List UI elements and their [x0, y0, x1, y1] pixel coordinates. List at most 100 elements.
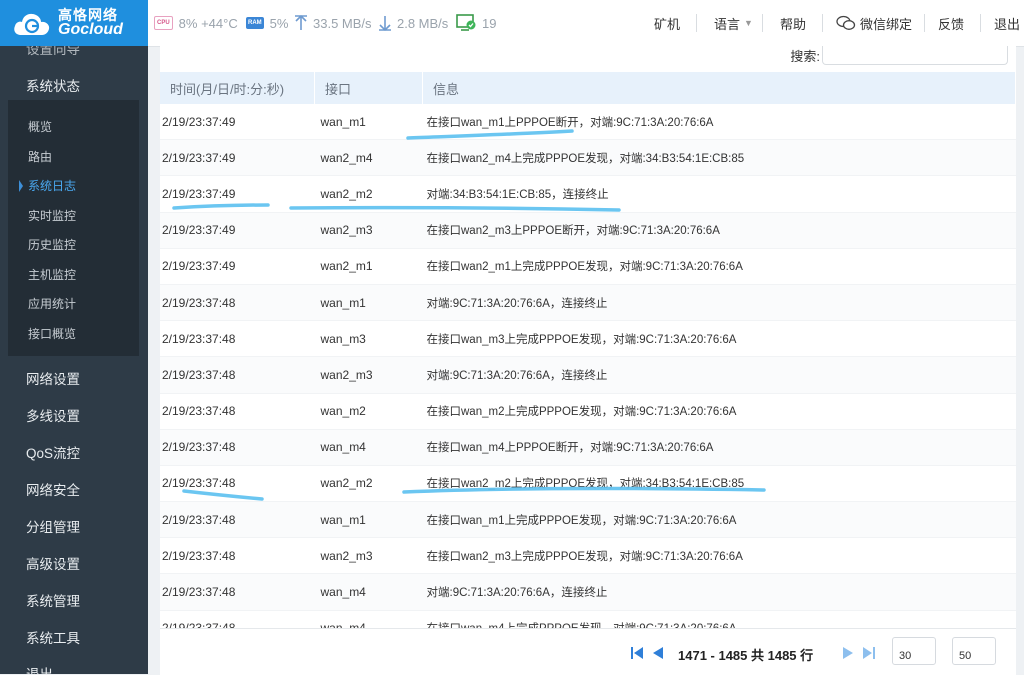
- column-header-info[interactable]: 信息: [422, 72, 1016, 104]
- download-value: 2.8 MB/s: [397, 15, 449, 31]
- cloud-logo-icon: [14, 13, 50, 35]
- monitor-check-icon: [456, 14, 476, 31]
- wechat-icon: [836, 15, 856, 30]
- active-marker-icon: [19, 180, 23, 192]
- cell-time: 2/19/23:37:48: [160, 465, 315, 503]
- table-header-row: 时间(月/日/时:分:秒) 接口 信息: [160, 72, 1016, 104]
- cell-interface: wan_m3: [314, 320, 423, 358]
- pagination-bar: 1471 - 1485 共 1485 行 30 50: [160, 628, 1016, 675]
- cell-info: 对端:9C:71:3A:20:76:6A，连接终止: [422, 573, 1016, 611]
- table-row: 2/19/23:37:49 wan2_m1 在接口wan2_m1上完成PPPOE发现…: [160, 248, 1016, 285]
- cell-info: 在接口wan_m1上完成PPPOE发现，对端:9C:71:3A:20:76:6A: [422, 501, 1016, 539]
- submenu-item-route[interactable]: 路由: [28, 148, 52, 165]
- chevron-down-icon: ▼: [744, 18, 753, 28]
- cell-time: 2/19/23:37:48: [160, 284, 315, 322]
- table-row: 2/19/23:37:48 wan_m4 在接口wan_m4上PPPOE断开，对端:…: [160, 429, 1016, 466]
- next-page-icon[interactable]: [842, 646, 854, 660]
- brand-name-cn: 高恪网络: [58, 7, 118, 23]
- cell-interface: wan2_m4: [314, 139, 423, 177]
- log-panel: 搜索: 时间(月/日/时:分:秒) 接口 信息 2/19/23:37:49 wan…: [160, 46, 1016, 675]
- submenu-item-interface-overview[interactable]: 接口概览: [28, 325, 76, 342]
- wechat-bind-link[interactable]: 微信绑定: [836, 0, 912, 46]
- column-header-interface[interactable]: 接口: [314, 72, 423, 104]
- sidebar-item-label: 系统状态: [26, 79, 80, 94]
- table-row: 2/19/23:37:48 wan2_m3 在接口wan2_m3上完成PPPOE发现…: [160, 537, 1016, 575]
- divider: [762, 14, 763, 32]
- submenu-item-system-log[interactable]: 系统日志: [19, 177, 76, 194]
- miner-link[interactable]: 矿机: [654, 0, 680, 46]
- download-arrow-icon: [379, 16, 391, 31]
- brand-name-en: Gocloud: [58, 21, 123, 38]
- cpu-chip-icon: CPU: [154, 16, 173, 30]
- first-page-icon[interactable]: [630, 646, 644, 660]
- sidebar-item-label: 系统管理: [26, 594, 80, 609]
- help-link[interactable]: 帮助: [780, 0, 806, 46]
- prev-page-icon[interactable]: [652, 646, 664, 660]
- cell-info: 在接口wan_m4上PPPOE断开，对端:9C:71:3A:20:76:6A: [422, 429, 1016, 466]
- cell-interface: wan_m1: [314, 284, 423, 322]
- cell-interface: wan2_m3: [314, 212, 423, 249]
- submenu-item-overview[interactable]: 概览: [28, 118, 52, 135]
- submenu-item-history-monitor[interactable]: 历史监控: [28, 236, 76, 253]
- language-label: 语言: [714, 16, 741, 32]
- cell-info: 在接口wan_m3上完成PPPOE发现，对端:9C:71:3A:20:76:6A: [422, 320, 1016, 358]
- cell-interface: wan_m2: [314, 393, 423, 430]
- page-size-50-button[interactable]: 50: [952, 637, 996, 665]
- cell-time: 2/19/23:37:48: [160, 573, 315, 611]
- cell-time: 2/19/23:37:48: [160, 501, 315, 539]
- device-count[interactable]: 19: [456, 0, 496, 46]
- cell-info: 在接口wan_m1上PPPOE断开，对端:9C:71:3A:20:76:6A: [422, 104, 1016, 141]
- cell-time: 2/19/23:37:49: [160, 175, 315, 213]
- cell-info: 在接口wan2_m2上完成PPPOE发现，对端:34:B3:54:1E:CB:8…: [422, 465, 1016, 503]
- sidebar-item-label: 退出: [26, 663, 53, 674]
- wechat-label: 微信绑定: [860, 16, 913, 32]
- table-row: 2/19/23:37:48 wan_m1 在接口wan_m1上完成PPPOE发现，对…: [160, 501, 1016, 539]
- cell-info: 在接口wan2_m4上完成PPPOE发现，对端:34:B3:54:1E:CB:8…: [422, 139, 1016, 177]
- submenu-item-host-monitor[interactable]: 主机监控: [28, 266, 76, 283]
- upload-speed: 33.5 MB/s: [294, 0, 372, 46]
- divider: [924, 14, 925, 32]
- upload-arrow-icon: [295, 15, 307, 30]
- sidebar-item-label: QoS流控: [26, 446, 81, 461]
- table-row: 2/19/23:37:49 wan2_m2 对端:34:B3:54:1E:CB:85…: [160, 175, 1016, 213]
- submenu-item-app-stats[interactable]: 应用统计: [28, 295, 76, 312]
- cell-interface: wan_m1: [314, 104, 423, 141]
- sidebar-submenu: 概览 路由 系统日志 实时监控 历史监控 主机监控 应用统计 接口概览: [8, 100, 139, 356]
- search-label: 搜索:: [790, 49, 820, 64]
- page-range-text: 1471 - 1485 共 1485 行: [678, 648, 814, 663]
- search-input[interactable]: [822, 46, 1008, 65]
- system-log-table: 时间(月/日/时:分:秒) 接口 信息 2/19/23:37:49 wan_m1 在…: [160, 72, 1016, 647]
- sidebar-item-label: 系统工具: [26, 631, 80, 646]
- cell-interface: wan2_m2: [314, 465, 423, 503]
- cell-interface: wan_m1: [314, 501, 423, 539]
- cell-info: 对端:9C:71:3A:20:76:6A，连接终止: [422, 284, 1016, 322]
- cell-interface: wan_m4: [314, 573, 423, 611]
- page-size-30-button[interactable]: 30: [892, 637, 936, 665]
- sidebar: 设置向导 高恪网络 Gocloud 系统状态 概览 路由 系统日志 实时监控 历…: [0, 0, 148, 674]
- table-row: 2/19/23:37:48 wan_m4 对端:9C:71:3A:20:76:6A，…: [160, 573, 1016, 611]
- cell-time: 2/19/23:37:49: [160, 212, 315, 249]
- table-row: 2/19/23:37:48 wan2_m3 对端:9C:71:3A:20:76:6A…: [160, 356, 1016, 394]
- divider: [980, 14, 981, 32]
- table-row: 2/19/23:37:49 wan_m1 在接口wan_m1上PPPOE断开，对端:…: [160, 104, 1016, 141]
- cell-info: 在接口wan2_m3上完成PPPOE发现，对端:9C:71:3A:20:76:6…: [422, 537, 1016, 575]
- last-page-icon[interactable]: [862, 646, 876, 660]
- table-row: 2/19/23:37:48 wan_m3 在接口wan_m3上完成PPPOE发现，对…: [160, 320, 1016, 358]
- cell-time: 2/19/23:37:49: [160, 139, 315, 177]
- cell-info: 对端:34:B3:54:1E:CB:85，连接终止: [422, 175, 1016, 213]
- language-menu[interactable]: 语言 ▼: [714, 0, 753, 46]
- cell-info: 对端:9C:71:3A:20:76:6A，连接终止: [422, 356, 1016, 394]
- logout-link[interactable]: 退出: [994, 0, 1020, 46]
- cell-time: 2/19/23:37:48: [160, 537, 315, 575]
- submenu-item-realtime-monitor[interactable]: 实时监控: [28, 207, 76, 224]
- cpu-value: 8% +44°C: [178, 15, 238, 31]
- upload-value: 33.5 MB/s: [313, 15, 372, 31]
- column-header-time[interactable]: 时间(月/日/时:分:秒): [160, 72, 315, 104]
- feedback-link[interactable]: 反馈: [938, 0, 964, 46]
- cell-interface: wan2_m1: [314, 248, 423, 285]
- cell-interface: wan2_m3: [314, 356, 423, 394]
- download-speed: 2.8 MB/s: [378, 0, 448, 46]
- ram-value: 5%: [269, 15, 289, 31]
- cpu-status: CPU 8% +44°C: [154, 0, 238, 46]
- table-row: 2/19/23:37:49 wan2_m4 在接口wan2_m4上完成PPPOE发现…: [160, 139, 1016, 177]
